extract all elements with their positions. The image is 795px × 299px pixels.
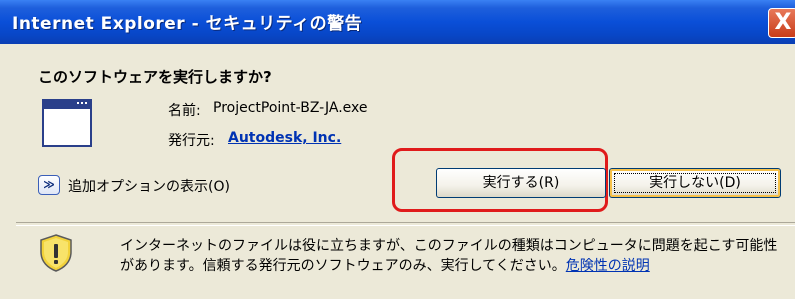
shield-warning-icon <box>40 234 72 272</box>
security-warning-dialog: Internet Explorer - セキュリティの警告 X このソフトウェア… <box>0 0 795 299</box>
dont-run-button[interactable]: 実行しない(D) <box>609 168 781 198</box>
dialog-headline: このソフトウェアを実行しますか? <box>38 68 272 86</box>
application-icon <box>42 99 92 147</box>
focus-rectangle <box>614 173 776 193</box>
chevron-down-icon[interactable]: ≫ <box>38 175 60 195</box>
name-label: 名前: <box>168 103 201 119</box>
more-options-label[interactable]: 追加オプションの表示(O) <box>68 176 230 196</box>
close-button[interactable]: X <box>768 8 795 38</box>
warning-message: インターネットのファイルは役に立ちますが、このファイルの種類はコンピュータに問題… <box>120 236 790 276</box>
risk-explanation-link[interactable]: 危険性の説明 <box>566 258 650 274</box>
file-name-value: ProjectPoint-BZ-JA.exe <box>213 100 368 116</box>
separator <box>16 222 795 226</box>
warning-text: インターネットのファイルは役に立ちますが、このファイルの種類はコンピュータに問題… <box>120 238 778 274</box>
window-title: Internet Explorer - セキュリティの警告 <box>12 14 363 34</box>
publisher-label: 発行元: <box>168 133 215 149</box>
dialog-content: このソフトウェアを実行しますか? 名前: ProjectPoint-BZ-JA.… <box>4 44 795 222</box>
title-bar[interactable]: Internet Explorer - セキュリティの警告 X <box>0 0 795 44</box>
run-button[interactable]: 実行する(R) <box>436 168 606 198</box>
publisher-link[interactable]: Autodesk, Inc. <box>228 130 341 146</box>
